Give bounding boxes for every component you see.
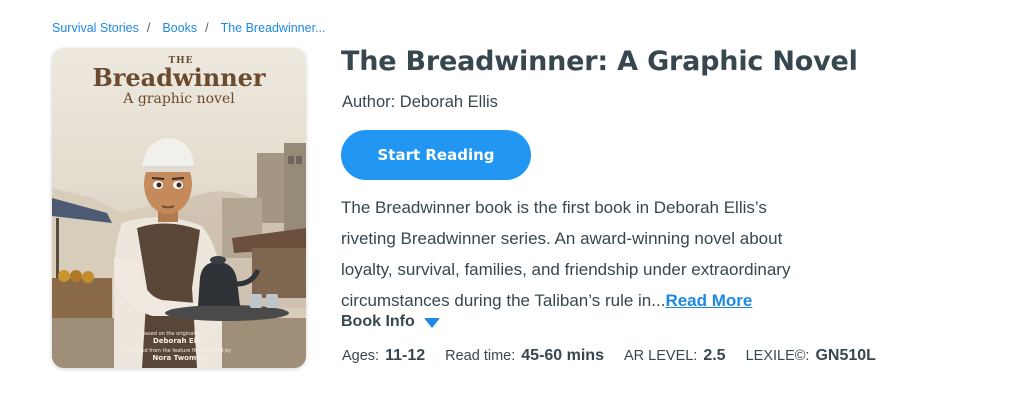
book-author: Author: Deborah Ellis	[342, 93, 498, 111]
book-meta: Ages: 11-12 Read time: 45-60 mins AR LEV…	[342, 347, 896, 365]
cover-subtitle: A graphic novel	[123, 91, 235, 107]
book-description: The Breadwinner book is the first book i…	[341, 192, 821, 316]
ages-label: Ages:	[342, 348, 380, 364]
breadcrumb-separator: /	[146, 21, 151, 35]
chevron-down-icon	[423, 318, 440, 328]
book-cover[interactable]: THE Breadwinner A graphic novel Based on…	[52, 48, 306, 368]
cover-title-block: THE Breadwinner A graphic novel	[52, 56, 306, 108]
cover-credits: Based on the original book by Deborah El…	[52, 331, 306, 362]
breadcrumb-separator: /	[205, 21, 209, 35]
breadcrumb: Survival Stories / Books / The Breadwinn…	[52, 21, 325, 35]
cover-credit-author: Deborah Ellis	[152, 337, 206, 345]
lexile-label: LEXILE©:	[745, 348, 810, 364]
breadcrumb-current-book[interactable]: The Breadwinner...	[221, 21, 326, 35]
book-info-toggle[interactable]: Book Info	[341, 313, 440, 331]
read-time-value: 45-60 mins	[521, 347, 604, 364]
book-title: The Breadwinner: A Graphic Novel	[341, 46, 858, 77]
ages-value: 11-12	[385, 347, 426, 364]
breadcrumb-books[interactable]: Books	[162, 21, 197, 35]
book-info-label: Book Info	[341, 313, 415, 330]
cover-title: Breadwinner	[92, 63, 266, 92]
read-time-label: Read time:	[445, 348, 516, 364]
read-more-link[interactable]: Read More	[665, 291, 752, 310]
ar-level-label: AR LEVEL:	[623, 348, 698, 364]
lexile-value: GN510L	[815, 347, 876, 364]
breadcrumb-survival-stories[interactable]: Survival Stories	[52, 21, 139, 35]
start-reading-button[interactable]: Start Reading	[341, 130, 531, 180]
ar-level-value: 2.5	[703, 347, 726, 364]
cover-credit-director: Nora Twomey	[152, 354, 206, 362]
